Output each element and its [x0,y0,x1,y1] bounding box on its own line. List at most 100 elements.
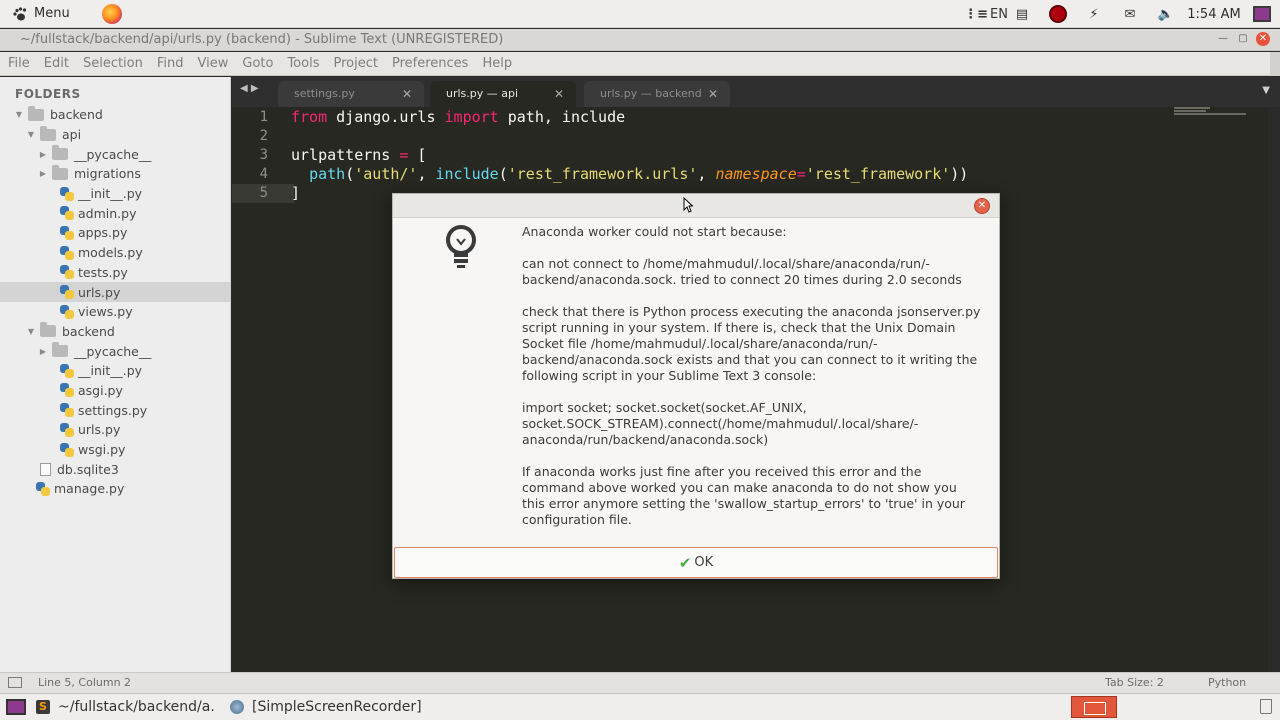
python-file-icon [60,285,74,300]
clock[interactable]: 1:54 AM [1184,7,1244,22]
menu-file[interactable]: File [8,56,30,71]
keyboard-layout-indicator[interactable]: ⋮≡ EN [964,0,1008,28]
sidebar-item-urls-py[interactable]: urls.py [0,282,230,302]
tab-settings[interactable]: settings.py ✕ [278,81,424,107]
python-logo-yellow [65,211,74,221]
toggle-sidebar-icon[interactable] [8,677,22,688]
maximize-button[interactable]: ▢ [1236,32,1250,46]
sidebar-item-models-py[interactable]: models.py [0,243,230,263]
sidebar-item-api[interactable]: ▼ api [0,125,230,145]
sidebar-item-urls-py[interactable]: urls.py [0,420,230,440]
code-token: 'rest_framework.urls' [507,165,698,183]
folder-icon [40,125,56,141]
sidebar-item-init-py[interactable]: __init__.py [0,361,230,381]
sidebar-item-backend[interactable]: ▼ backend [0,322,230,342]
syntax-selector[interactable]: Python [1208,676,1246,689]
dialog-paragraph: import socket; socket.socket(socket.AF_U… [522,400,919,447]
ok-button[interactable]: ✔ OK [394,547,998,578]
close-button[interactable]: ✕ [1256,32,1270,46]
tab-urls-backend[interactable]: urls.py — backend ✕ [584,81,730,107]
workspace-switcher[interactable] [1071,696,1117,718]
sidebar-item-admin-py[interactable]: admin.py [0,203,230,223]
chevron-right-icon[interactable]: ▶ [38,347,48,356]
taskbar: S ~/fullstack/backend/a... [SimpleScreen… [0,693,1280,720]
tab-close-icon[interactable]: ✕ [708,81,718,107]
menu-view[interactable]: View [198,56,229,71]
sidebar-item-tests-py[interactable]: tests.py [0,263,230,283]
tab-size-selector[interactable]: Tab Size: 2 [1105,676,1164,689]
desktop: Menu ⋮≡ EN ▤ ⚡ ✉ 🔈 1:54 AM ~/fullstack/ba… [0,0,1280,720]
python-file-icon [60,304,74,319]
minimap-line [1174,113,1246,115]
window-titlebar[interactable]: ~/fullstack/backend/api/urls.py (backend… [0,29,1280,51]
code-text: ] [291,184,300,203]
sidebar-item-label: models.py [78,245,143,261]
chevron-down-icon[interactable]: ▼ [26,130,36,139]
sidebar-item-manage-py[interactable]: manage.py [0,479,230,499]
code-token: ( [345,165,355,183]
sidebar-item-label: __pycache__ [74,146,152,162]
chevron-right-icon[interactable]: ▶ [38,169,48,178]
chevron-down-icon[interactable]: ▼ [14,110,24,119]
recorder-tray-button[interactable] [1040,0,1076,28]
dialog-close-button[interactable]: ✕ [974,198,990,214]
sidebar-item-label: manage.py [54,481,125,497]
sidebar-item-views-py[interactable]: views.py [0,302,230,322]
tab-close-icon[interactable]: ✕ [402,81,412,107]
sidebar-item-wsgi-py[interactable]: wsgi.py [0,440,230,460]
tab-nav-arrows[interactable]: ◀ ▶ [240,83,259,94]
taskbar-item-sublime[interactable]: ~/fullstack/backend/a... [58,699,214,715]
menu-selection[interactable]: Selection [83,56,143,71]
sidebar-item-init-py[interactable]: __init__.py [0,184,230,204]
firefox-icon[interactable] [101,3,122,24]
menu-tools[interactable]: Tools [287,56,319,71]
sidebar-item-db-sqlite3[interactable]: db.sqlite3 [0,459,230,479]
sidebar-item-migrations[interactable]: ▶ migrations [0,164,230,184]
chevron-right-icon[interactable]: ▶ [38,150,48,159]
sidebar-item-backend[interactable]: ▼ backend [0,105,230,125]
tab-list-dropdown-icon[interactable]: ▼ [1262,85,1270,96]
menu-preferences[interactable]: Preferences [392,56,468,71]
python-file-icon [60,442,74,457]
app-menu-button[interactable]: Menu [12,0,70,28]
sidebar-item-pycache[interactable]: ▶ __pycache__ [0,144,230,164]
python-logo-yellow [65,388,74,398]
python-logo-yellow [65,250,74,260]
minimap-line [1174,110,1206,112]
minimize-button[interactable]: — [1216,32,1230,46]
window-title: ~/fullstack/backend/api/urls.py (backend… [20,32,504,47]
tab-label: urls.py — backend [600,87,702,100]
menu-help[interactable]: Help [482,56,512,71]
tab-close-icon[interactable]: ✕ [554,81,564,107]
sidebar-item-asgi-py[interactable]: asgi.py [0,381,230,401]
menu-find[interactable]: Find [157,56,184,71]
tab-urls-api[interactable]: urls.py — api ✕ [430,81,576,107]
status-bar: Line 5, Column 2 Tab Size: 2 Python [0,672,1280,693]
show-desktop-icon[interactable] [6,699,26,715]
code-line: 1 from django.urls import path, include [232,108,1280,127]
taskbar-item-recorder[interactable]: [SimpleScreenRecorder] [252,699,422,715]
minimap[interactable] [1174,107,1254,119]
folder-icon [52,145,68,161]
editor-scrollbar[interactable] [1268,107,1280,672]
software-updater-icon[interactable]: ▤ [1004,0,1040,28]
code-token: , [697,165,716,183]
volume-icon[interactable]: 🔈 [1148,0,1184,28]
sidebar-item-label: tests.py [78,264,128,280]
sidebar-item-settings-py[interactable]: settings.py [0,400,230,420]
trash-icon[interactable] [1260,699,1272,714]
sidebar-item-label: urls.py [78,284,121,300]
code-line: 5] [232,184,300,203]
sidebar-item-pycache[interactable]: ▶ __pycache__ [0,341,230,361]
sidebar-item-apps-py[interactable]: apps.py [0,223,230,243]
network-icon[interactable]: ⚡ [1076,0,1112,28]
menu-goto[interactable]: Goto [242,56,273,71]
chevron-down-icon[interactable]: ▼ [26,327,36,336]
menu-project[interactable]: Project [333,56,377,71]
mail-icon[interactable]: ✉ [1112,0,1148,28]
dialog-titlebar[interactable]: ✕ [393,194,999,218]
session-button[interactable] [1244,0,1280,28]
code-token: ( [498,165,508,183]
menu-edit[interactable]: Edit [44,56,69,71]
line-number: 4 [259,166,268,182]
